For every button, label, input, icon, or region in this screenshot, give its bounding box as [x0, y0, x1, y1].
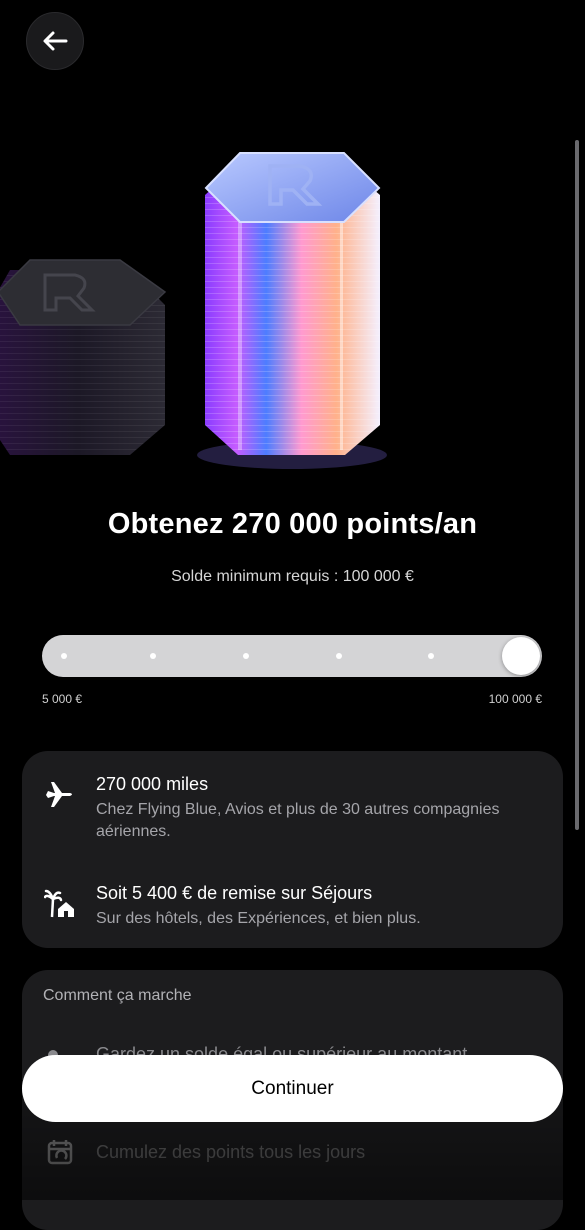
back-button[interactable]: [26, 12, 84, 70]
slider-thumb[interactable]: [502, 637, 540, 675]
slider-step-dot: [243, 653, 249, 659]
benefits-card: 270 000 miles Chez Flying Blue, Avios et…: [22, 751, 563, 948]
offer-headline: Obtenez 270 000 points/an: [107, 508, 478, 540]
slider-step-dot: [150, 653, 156, 659]
airplane-icon: [46, 782, 72, 807]
benefit-title: 270 000 miles: [96, 774, 209, 794]
how-it-works-title: Comment ça marche: [43, 987, 192, 1004]
slider-min-label: 5 000 €: [42, 692, 83, 706]
slider-max-label: 100 000 €: [488, 692, 542, 706]
vacation-home-icon: [44, 889, 74, 918]
coin-stacks-illustration: [0, 152, 387, 469]
continue-button[interactable]: Continuer: [22, 1055, 563, 1122]
slider-step-dot: [336, 653, 342, 659]
slider-step-dot: [428, 653, 434, 659]
benefit-description: Sur des hôtels, des Expériences, et bien…: [96, 910, 421, 927]
benefit-description: Chez Flying Blue, Avios et plus de 30 au…: [96, 801, 500, 840]
arrow-left-icon: [43, 31, 68, 51]
calendar-refresh-icon: [47, 1140, 73, 1165]
balance-slider[interactable]: [42, 635, 542, 677]
min-balance-text: Solde minimum requis : 100 000 €: [171, 568, 414, 585]
slider-step-dot: [61, 653, 67, 659]
how-step-text: Cumulez des points tous les jours: [96, 1142, 366, 1162]
benefit-title: Soit 5 400 € de remise sur Séjours: [96, 883, 373, 903]
